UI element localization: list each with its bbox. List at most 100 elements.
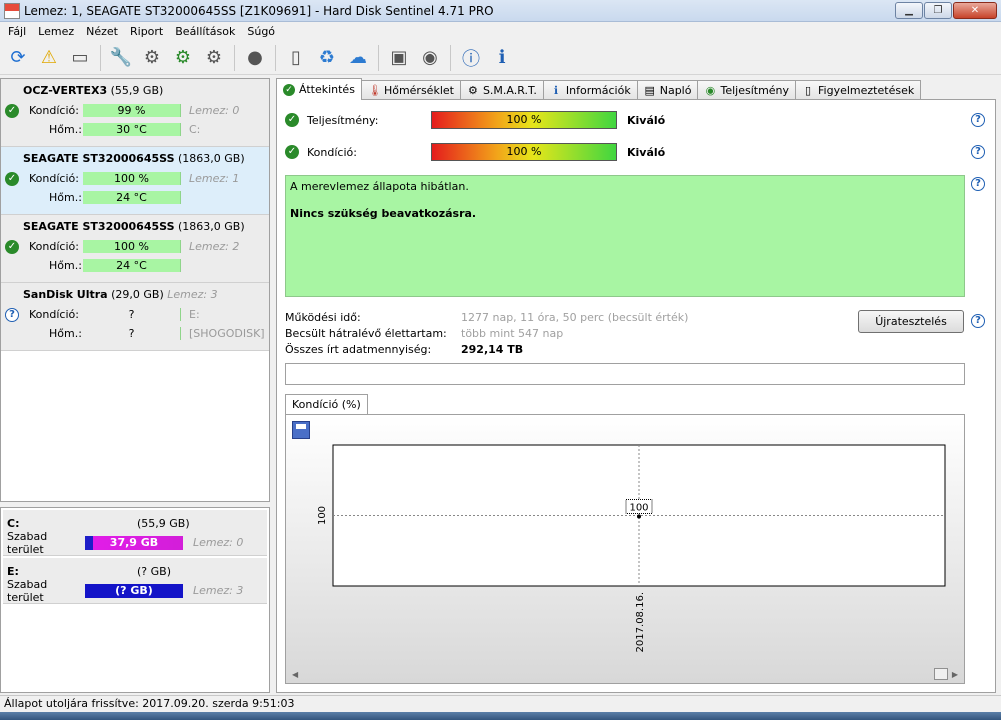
disk-item[interactable]: SEAGATE ST32000645SS (1863,0 GB) ✓ Kondíc… [1, 215, 269, 283]
partition-item[interactable]: E: (? GB) Szabad terület (? GB) Lemez: 3 [3, 558, 267, 604]
disk-name: OCZ-VERTEX3 [23, 84, 108, 97]
chart-scrollbar[interactable]: ◀ ▶ [288, 667, 962, 681]
main-tabs: ✓ Áttekintés 🌡 Hőmérséklet ⚙ S.M.A.R.T. ℹ In… [276, 78, 996, 100]
circle-icon[interactable]: ● [241, 44, 269, 72]
temperature-label: Hőm.: [49, 191, 82, 204]
help-icon[interactable]: ? [971, 177, 985, 191]
tab-performance[interactable]: ◉ Teljesítmény [697, 80, 797, 100]
tab-alerts[interactable]: ▯ Figyelmeztetések [795, 80, 922, 100]
check-icon: ✓ [283, 83, 295, 96]
performance-row: ✓ Teljesítmény: 100 % Kiváló [285, 110, 665, 130]
warning-icon[interactable]: ⚠ [35, 44, 63, 72]
disk-name-row: SEAGATE ST32000645SS (1863,0 GB) [5, 219, 265, 237]
network-icon[interactable]: ☁ [344, 44, 372, 72]
condition-bar: ? [83, 308, 181, 321]
x-tick-label: 2017.08.16. [635, 592, 646, 652]
help-icon[interactable]: ? [971, 113, 985, 127]
tab-overview[interactable]: ✓ Áttekintés [276, 78, 362, 100]
recycle-icon[interactable]: ♻ [313, 44, 341, 72]
overview-panel: ✓ Teljesítmény: 100 % Kiváló ? ✓ Kondíci… [276, 99, 996, 693]
volume-label: [SHOGODISK] [189, 327, 265, 340]
refresh-icon[interactable]: ⟳ [4, 44, 32, 72]
point-label: 100 [629, 503, 648, 514]
y-tick-label: 100 [317, 506, 328, 525]
temperature-label: Hőm.: [49, 123, 82, 136]
toolbar-separator [234, 44, 235, 71]
chart-svg: 100 2017.08.16. 100 [317, 444, 946, 652]
chart-tabs: Kondíció (%) [285, 394, 368, 415]
tab-temperature[interactable]: 🌡 Hőmérséklet [360, 80, 461, 100]
retest-button[interactable]: Újratesztelés [858, 310, 964, 333]
tab-smart[interactable]: ⚙ S.M.A.R.T. [459, 80, 544, 100]
free-space-bar: 37,9 GB [85, 535, 183, 550]
condition-verdict: Kiváló [627, 145, 666, 159]
menu-disk[interactable]: Lemez [32, 25, 80, 38]
toolbar: ⟳ ⚠ ▭ 🔧 ⚙ ⚙ ⚙ ● ▯ ♻ ☁ ▣ ◉ ⓘ ℹ [0, 41, 1001, 75]
check-icon: ✓ [285, 113, 299, 127]
tab-label: Hőmérséklet [383, 84, 454, 97]
disk-item[interactable]: SanDisk Ultra (29,0 GB) Lemez: 3 ? Kondíc… [1, 283, 269, 351]
disk-name: SanDisk Ultra [23, 288, 108, 301]
menu-help[interactable]: Súgó [241, 25, 281, 38]
disk-name: SEAGATE ST32000645SS [23, 220, 175, 233]
help-icon[interactable]: ? [971, 145, 985, 159]
disk-item[interactable]: SEAGATE ST32000645SS (1863,0 GB) ✓ Kondíc… [1, 147, 269, 215]
menu-file[interactable]: Fájl [2, 25, 32, 38]
temperature-bar: 24 °C [83, 191, 181, 204]
pages-icon: ▯ [805, 83, 812, 97]
disk-list: OCZ-VERTEX3 (55,9 GB) ✓ Kondíció: 99 % Leme… [0, 78, 270, 502]
remaining-life-label: Becsült hátralévő élettartam: [285, 326, 447, 340]
status-message: A merevlemez állapota hibátlan. [290, 180, 469, 193]
scroll-thumb[interactable] [933, 668, 948, 680]
disk-size: (55,9 GB) [110, 84, 164, 97]
disk-index: Lemez: 2 [189, 240, 240, 253]
chart-tab-condition[interactable]: Kondíció (%) [285, 394, 368, 415]
menu-settings[interactable]: Beállítások [169, 25, 241, 38]
check-icon: ✓ [5, 104, 19, 118]
tab-information[interactable]: ℹ Információk [542, 80, 638, 100]
wrench-icon[interactable]: 🔧 [107, 44, 135, 72]
satellite-icon: ⚙ [468, 83, 478, 97]
disk-icon[interactable]: ▭ [66, 44, 94, 72]
disk-item[interactable]: OCZ-VERTEX3 (55,9 GB) ✓ Kondíció: 99 % Leme… [1, 79, 269, 147]
check-icon: ✓ [5, 240, 19, 254]
drive-letter: C: [189, 123, 201, 136]
question-icon: ? [5, 308, 19, 322]
maximize-button[interactable]: ❐ [924, 2, 952, 19]
status-recommendation: Nincs szükség beavatkozásra. [290, 207, 477, 220]
partition-item[interactable]: C: (55,9 GB) Szabad terület 37,9 GB Lemez: … [3, 510, 267, 556]
disk-name: SEAGATE ST32000645SS [23, 152, 175, 165]
monitor-icon[interactable]: ▣ [385, 44, 413, 72]
title-bar: Lemez: 1, SEAGATE ST32000645SS [Z1K09691… [0, 0, 1001, 22]
tab-label: Információk [565, 84, 631, 97]
check-icon: ✓ [285, 145, 299, 159]
gauge-icon: ◉ [705, 83, 716, 97]
document-icon[interactable]: ▯ [282, 44, 310, 72]
disk-name-row: SanDisk Ultra (29,0 GB) Lemez: 3 [5, 287, 265, 305]
document-icon: ▤ [644, 83, 655, 97]
scroll-right-icon[interactable]: ▶ [952, 670, 958, 679]
tab-label: Napló [659, 84, 692, 97]
minimize-button[interactable]: ▁ [895, 2, 923, 19]
disk-size: (1863,0 GB) [178, 220, 245, 233]
scroll-left-icon[interactable]: ◀ [292, 670, 298, 679]
info-icon: ℹ [553, 83, 558, 97]
temperature-bar: ? [83, 327, 181, 340]
taskbar [0, 712, 1001, 720]
check-icon: ✓ [5, 172, 19, 186]
help-icon[interactable]: ⓘ [457, 44, 485, 72]
info-icon[interactable]: ℹ [488, 44, 516, 72]
tab-label: Áttekintés [299, 83, 355, 96]
written-data-value: 292,14 TB [461, 342, 524, 356]
menu-report[interactable]: Riport [124, 25, 169, 38]
satellite-green-icon[interactable]: ⚙ [169, 44, 197, 72]
tab-log[interactable]: ▤ Napló [636, 80, 699, 100]
written-data-label: Összes írt adatmennyiség: [285, 342, 432, 356]
close-button[interactable]: ✕ [953, 2, 997, 19]
satellite-alt-icon[interactable]: ⚙ [200, 44, 228, 72]
help-icon[interactable]: ? [971, 314, 985, 328]
satellite-icon[interactable]: ⚙ [138, 44, 166, 72]
menu-view[interactable]: Nézet [80, 25, 124, 38]
toolbar-separator [378, 44, 379, 71]
speaker-icon[interactable]: ◉ [416, 44, 444, 72]
